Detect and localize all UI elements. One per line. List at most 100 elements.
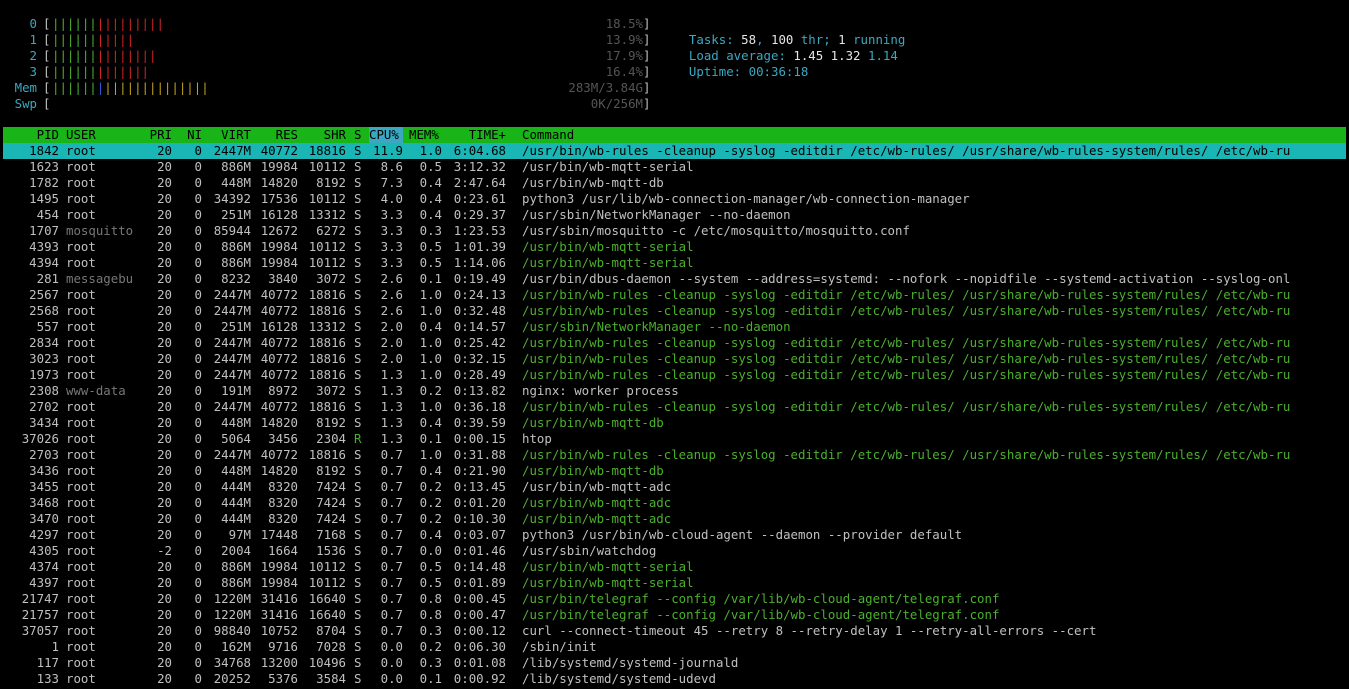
cell-cpu: 0.7	[380, 463, 403, 478]
cell-user: messagebu	[66, 271, 134, 286]
cell-virt: 191M	[221, 383, 251, 398]
table-row[interactable]: 2567 root 20 0 2447M 40772 18816 S 2.6 1.0 0:24.13…	[3, 287, 1346, 303]
cell-virt: 2447M	[213, 351, 251, 366]
cell-pid: 117	[36, 655, 59, 670]
cell-res: 40772	[260, 399, 298, 414]
cell-pid: 557	[36, 319, 59, 334]
cell-mem: 0.3	[419, 623, 442, 638]
cell-virt: 448M	[221, 463, 251, 478]
cell-pid: 1495	[29, 191, 59, 206]
table-row[interactable]: 281 messagebu 20 0 8232 3840 3072 S 2.6 0.1 0:19.4…	[3, 271, 1346, 287]
cell-res: 19984	[260, 159, 298, 174]
cell-pid: 37026	[21, 431, 59, 446]
cell-user: root	[66, 255, 96, 270]
table-row[interactable]: 37057 root 20 0 98840 10752 8704 S 0.7 0.3 0:00.12…	[3, 623, 1346, 639]
table-row[interactable]: 21757 root 20 0 1220M 31416 16640 S 0.7 0.8 0:00.4…	[3, 607, 1346, 623]
cell-mem: 0.2	[419, 495, 442, 510]
cell-mem: 0.0	[419, 543, 442, 558]
table-row[interactable]: 4297 root 20 0 97M 17448 7168 S 0.7 0.4 0:03.07 pyt…	[3, 527, 1346, 543]
cell-mem: 0.3	[419, 223, 442, 238]
table-row[interactable]: 3468 root 20 0 444M 8320 7424 S 0.7 0.2 0:01.20/us…	[3, 495, 1346, 511]
cell-shr: 7424	[316, 479, 346, 494]
col-ni[interactable]: NI	[177, 127, 202, 143]
cell-shr: 7028	[316, 639, 346, 654]
cell-pid: 3434	[29, 415, 59, 430]
table-row[interactable]: 3436 root 20 0 448M 14820 8192 S 0.7 0.4 0:21.90/u…	[3, 463, 1346, 479]
col-pid[interactable]: PID	[3, 127, 59, 143]
cell-pid: 4394	[29, 255, 59, 270]
cell-user: root	[66, 639, 96, 654]
cell-mem: 1.0	[419, 367, 442, 382]
table-row[interactable]: 454 root 20 0 251M 16128 13312 S 3.3 0.4 0:29.37/u…	[3, 207, 1346, 223]
cell-res: 5376	[268, 671, 298, 686]
table-row[interactable]: 4397 root 20 0 886M 19984 10112 S 0.7 0.5 0:01.89 /…	[3, 575, 1346, 591]
table-row[interactable]: 4305 root -2 0 2004 1664 1536 S 0.7 0.0 0:01.46/us…	[3, 543, 1346, 559]
cell-state: S	[354, 207, 362, 222]
table-row[interactable]: 2834 root 20 0 2447M 40772 18816 S 2.0 1.0 0:25.42…	[3, 335, 1346, 351]
load-average: Load average: 1.45 1.32 1.14	[688, 48, 898, 63]
cell-virt: 886M	[221, 575, 251, 590]
cell-cpu: 2.0	[380, 319, 403, 334]
table-row[interactable]: 1973 root 20 0 2447M 40772 18816 S 1.3 1.0 0:28.49…	[3, 367, 1346, 383]
col-state[interactable]: S	[354, 127, 361, 143]
cell-ni: 0	[194, 591, 202, 606]
table-row[interactable]: 3455 root 20 0 444M 8320 7424 S 0.7 0.2 0:13.45/us…	[3, 479, 1346, 495]
table-row[interactable]: 3023 root 20 0 2447M 40772 18816 S 2.0 1.0 0:32.15…	[3, 351, 1346, 367]
col-user[interactable]: USER	[66, 127, 96, 143]
cell-mem: 0.2	[419, 511, 442, 526]
table-row[interactable]: 2703 root 20 0 2447M 40772 18816 S 0.7 1.0 0:31.88…	[3, 447, 1346, 463]
col-command[interactable]: Command	[522, 127, 574, 143]
table-row[interactable]: 4394 root 20 0 886M 19984 10112 S 3.3 0.5 1:14.06 /…	[3, 255, 1346, 271]
cell-ni: 0	[194, 463, 202, 478]
table-row[interactable]: 133 root 20 0 20252 5376 3584 S 0.0 0.1 0:00.92/li…	[3, 671, 1346, 687]
cell-state: S	[354, 271, 362, 286]
cell-state: S	[354, 479, 362, 494]
col-time[interactable]: TIME+	[450, 127, 506, 143]
table-row[interactable]: 117 root 20 0 34768 13200 10496 S 0.0 0.3 0:01.08 /…	[3, 655, 1346, 671]
cell-ni: 0	[194, 303, 202, 318]
table-row[interactable]: 2308 www-data 20 0 191M 8972 3072 S 1.3 0.2 0:13.8…	[3, 383, 1346, 399]
table-row[interactable]: 1782 root 20 0 448M 14820 8192 S 7.3 0.4 2:47.64/u…	[3, 175, 1346, 191]
table-row[interactable]: 557 root 20 0 251M 16128 13312 S 2.0 0.4 0:14.57/u…	[3, 319, 1346, 335]
table-row[interactable]: 37026 root 20 0 5064 3456 2304 R 1.3 0.1 0:00.15 ht…	[3, 431, 1346, 447]
cell-pri: 20	[157, 143, 172, 158]
cell-cpu: 4.0	[380, 191, 403, 206]
col-res[interactable]: RES	[253, 127, 298, 143]
meter-0: 0[||||||||||||||| 18.5%]	[0, 16, 660, 32]
col-pri[interactable]: PRI	[143, 127, 172, 143]
table-row[interactable]: 1842 root 20 0 2447M 40772 18816 S 11.9 1.0 6:04.6…	[3, 143, 1346, 159]
table-row[interactable]: 3434 root 20 0 448M 14820 8192 S 1.3 0.4 0:39.59/u…	[3, 415, 1346, 431]
table-row[interactable]: 21747 root 20 0 1220M 31416 16640 S 0.7 0.8 0:00.4…	[3, 591, 1346, 607]
cell-pri: 20	[157, 623, 172, 638]
table-row[interactable]: 1495 root 20 0 34392 17536 10112 S 4.0 0.4 0:23.61…	[3, 191, 1346, 207]
cell-cpu: 0.7	[380, 543, 403, 558]
cell-mem: 0.4	[419, 319, 442, 334]
cell-user: root	[66, 431, 96, 446]
cell-command: /usr/bin/telegraf --config /var/lib/wb-c…	[522, 591, 1000, 606]
cell-pid: 3023	[29, 351, 59, 366]
table-row[interactable]: 1707 mosquitto 20 0 85944 12672 6272 S 3.3 0.3 1:2…	[3, 223, 1346, 239]
cell-command: /usr/bin/wb-mqtt-adc	[522, 495, 672, 510]
table-row[interactable]: 1623 root 20 0 886M 19984 10112 S 8.6 0.5 3:12.32 /…	[3, 159, 1346, 175]
cell-mem: 1.0	[419, 399, 442, 414]
col-shr[interactable]: SHR	[301, 127, 346, 143]
table-row[interactable]: 1 root 20 0 162M 9716 7028 S 0.0 0.2 0:06.30/sbin/…	[3, 639, 1346, 655]
col-virt[interactable]: VIRT	[203, 127, 251, 143]
cell-res: 8320	[268, 479, 298, 494]
table-row[interactable]: 4393 root 20 0 886M 19984 10112 S 3.3 0.5 1:01.39 /…	[3, 239, 1346, 255]
cell-pri: 20	[157, 655, 172, 670]
cell-cpu: 11.9	[373, 143, 403, 158]
cell-cpu: 2.6	[380, 271, 403, 286]
cell-res: 14820	[260, 415, 298, 430]
table-row[interactable]: 2702 root 20 0 2447M 40772 18816 S 1.3 1.0 0:36.18…	[3, 399, 1346, 415]
table-row[interactable]: 2568 root 20 0 2447M 40772 18816 S 2.6 1.0 0:32.48…	[3, 303, 1346, 319]
cell-state: S	[354, 559, 362, 574]
table-row[interactable]: 4374 root 20 0 886M 19984 10112 S 0.7 0.5 0:14.48 /…	[3, 559, 1346, 575]
table-row[interactable]: 3470 root 20 0 444M 8320 7424 S 0.7 0.2 0:10.30/us…	[3, 511, 1346, 527]
col-mem[interactable]: MEM%	[409, 127, 439, 143]
cell-time: 0:24.13	[453, 287, 506, 302]
cell-time: 0:28.49	[453, 367, 506, 382]
col-cpu[interactable]: CPU%	[369, 127, 403, 143]
cell-time: 0:32.48	[453, 303, 506, 318]
cell-mem: 0.1	[419, 271, 442, 286]
